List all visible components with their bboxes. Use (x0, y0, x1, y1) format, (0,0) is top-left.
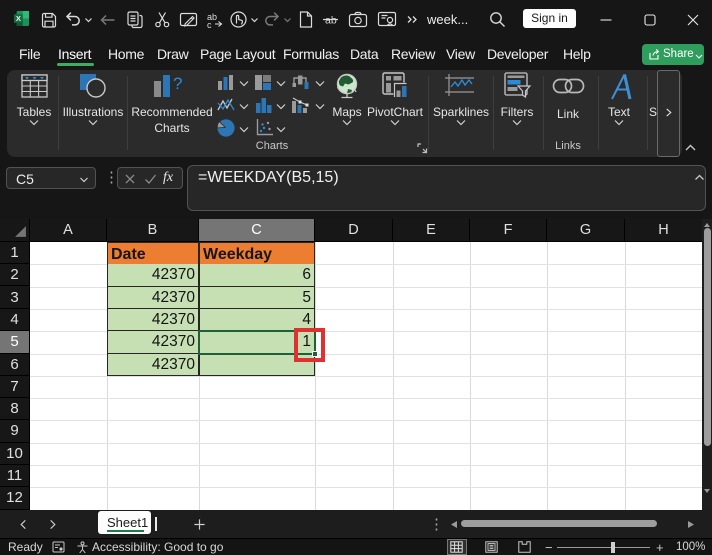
svg-text:ab: ab (325, 15, 337, 27)
svg-text:c: c (207, 20, 212, 30)
svg-text:X: X (16, 14, 21, 23)
svg-text:?: ? (173, 74, 182, 93)
